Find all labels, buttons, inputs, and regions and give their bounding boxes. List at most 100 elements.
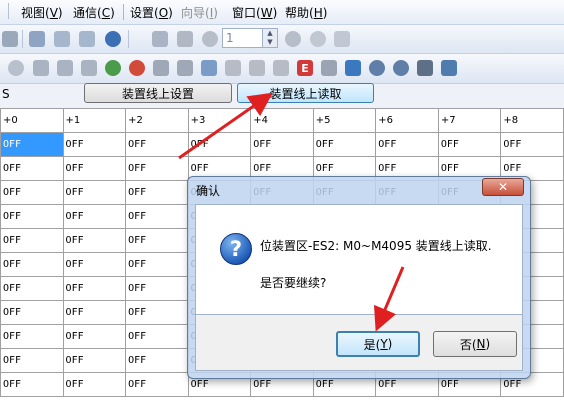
no-button[interactable]: 否(N) — [433, 331, 517, 357]
column-header: +2 — [125, 108, 189, 133]
refresh-icon[interactable] — [310, 31, 326, 47]
code-check-icon[interactable] — [273, 60, 289, 76]
spinner-down-icon[interactable]: ▼ — [262, 38, 277, 47]
device-cell[interactable]: OFF — [125, 132, 189, 157]
device-cell[interactable]: OFF — [125, 156, 189, 181]
device-cell[interactable]: OFF — [125, 180, 189, 205]
save-icon[interactable] — [81, 60, 97, 76]
device-cell[interactable]: OFF — [62, 156, 127, 181]
connect-icon[interactable] — [201, 60, 217, 76]
confirm-dialog: 确认 ✕ ? 位装置区-ES2: M0~M4095 装置线上读取. 是否要继续?… — [187, 176, 531, 379]
zoom-in-icon[interactable] — [54, 31, 70, 47]
device-cell[interactable]: OFF — [62, 300, 127, 325]
column-header: +5 — [312, 108, 377, 133]
yes-button[interactable]: 是(Y) — [336, 331, 420, 357]
filter-icon[interactable] — [152, 31, 168, 47]
device-cell[interactable]: OFF — [125, 228, 189, 253]
device-cell[interactable]: OFF — [312, 132, 377, 157]
menu-communication[interactable]: 通信(C) — [73, 4, 115, 21]
device-cell[interactable]: OFF — [62, 132, 127, 157]
device-cell[interactable]: OFF — [500, 132, 564, 157]
search-icon[interactable] — [369, 60, 385, 76]
device-cell[interactable]: OFF — [0, 300, 64, 325]
tree-icon[interactable] — [321, 60, 337, 76]
device-cell[interactable]: OFF — [250, 132, 314, 157]
step-spinner[interactable]: 1 ▲ ▼ — [222, 28, 278, 48]
stop-icon[interactable] — [285, 31, 301, 47]
device-cell[interactable]: OFF — [62, 348, 127, 373]
device-cell[interactable]: OFF — [125, 252, 189, 277]
dialog-title: 确认 — [196, 184, 221, 198]
dialog-message: 位装置区-ES2: M0~M4095 装置线上读取. — [260, 239, 492, 253]
toolbar-device: E — [0, 54, 564, 84]
device-cell[interactable]: OFF — [62, 204, 127, 229]
device-cell[interactable]: OFF — [0, 228, 64, 253]
image-icon[interactable] — [345, 60, 361, 76]
hotkey-letter: N — [476, 337, 486, 351]
device-cell[interactable]: OFF — [0, 180, 64, 205]
search-device-icon[interactable] — [393, 60, 409, 76]
device-cell[interactable]: OFF — [0, 324, 64, 349]
stop-sign-icon[interactable] — [129, 60, 145, 76]
device-cell[interactable]: OFF — [0, 348, 64, 373]
device-cell[interactable]: OFF — [125, 324, 189, 349]
network-icon[interactable] — [417, 60, 433, 76]
device-cell[interactable]: OFF — [125, 204, 189, 229]
pin-icon[interactable] — [334, 31, 350, 47]
device-cell[interactable]: OFF — [0, 372, 64, 397]
setup-online-button[interactable]: 装置线上设置 — [84, 83, 232, 103]
zoom-icon[interactable] — [29, 31, 45, 47]
menu-view[interactable]: 视图(V) — [21, 4, 63, 21]
code-compare-icon[interactable] — [249, 60, 265, 76]
hotkey-letter: Y — [380, 337, 388, 351]
undo-icon[interactable] — [2, 31, 18, 47]
device-cell[interactable]: OFF — [125, 372, 189, 397]
device-cell[interactable]: OFF — [375, 132, 439, 157]
menu-settings[interactable]: 设置(O) — [130, 4, 173, 21]
device-cell[interactable]: OFF — [62, 180, 127, 205]
document-icon[interactable] — [33, 60, 49, 76]
device-cell[interactable]: OFF — [62, 252, 127, 277]
menu-window[interactable]: 窗口(W) — [232, 4, 277, 21]
menu-separator — [123, 4, 124, 20]
question-icon: ? — [220, 233, 252, 265]
ship-icon[interactable] — [441, 60, 457, 76]
device-cell[interactable]: OFF — [62, 228, 127, 253]
help-icon[interactable] — [105, 31, 121, 47]
device-cell[interactable]: OFF — [125, 276, 189, 301]
es2-icon[interactable]: E — [297, 60, 313, 76]
hotkey-letter: V — [49, 6, 58, 20]
device-cell[interactable]: OFF — [62, 276, 127, 301]
menu-help[interactable]: 帮助(H) — [285, 4, 327, 21]
globe-icon[interactable] — [105, 60, 121, 76]
device-cell[interactable]: OFF — [0, 204, 64, 229]
code-icon[interactable] — [225, 60, 241, 76]
menu-bar: 视图(V) 通信(C) 设置(O) 向导(I) 窗口(W) 帮助(H) — [0, 0, 564, 25]
device-cell[interactable]: OFF — [437, 132, 502, 157]
column-header: +8 — [500, 108, 564, 133]
device-cell[interactable]: OFF — [0, 276, 64, 301]
upload-icon[interactable] — [153, 60, 169, 76]
hotkey-letter: I — [209, 6, 214, 20]
device-cell[interactable]: OFF — [0, 132, 64, 157]
close-icon[interactable]: ✕ — [482, 178, 524, 196]
device-cell[interactable]: OFF — [62, 372, 127, 397]
menu-wizard[interactable]: 向导(I) — [181, 4, 218, 21]
zoom-out-icon[interactable] — [79, 31, 95, 47]
device-cell[interactable]: OFF — [62, 324, 127, 349]
read-online-button[interactable]: 装置线上读取 — [237, 83, 374, 103]
hotkey-letter: O — [158, 6, 169, 20]
device-cell[interactable]: OFF — [0, 156, 64, 181]
location-icon[interactable] — [8, 60, 24, 76]
info-icon[interactable] — [202, 31, 218, 47]
monitor-icon[interactable] — [177, 31, 193, 47]
toolbar-main: 1 ▲ ▼ — [0, 25, 564, 54]
device-cell[interactable]: OFF — [125, 300, 189, 325]
column-header: +4 — [250, 108, 314, 133]
device-cell[interactable]: OFF — [125, 348, 189, 373]
table-icon[interactable] — [57, 60, 73, 76]
toolbar-separator — [128, 30, 129, 48]
device-cell[interactable]: OFF — [187, 132, 252, 157]
device-cell[interactable]: OFF — [0, 252, 64, 277]
download-icon[interactable] — [177, 60, 193, 76]
